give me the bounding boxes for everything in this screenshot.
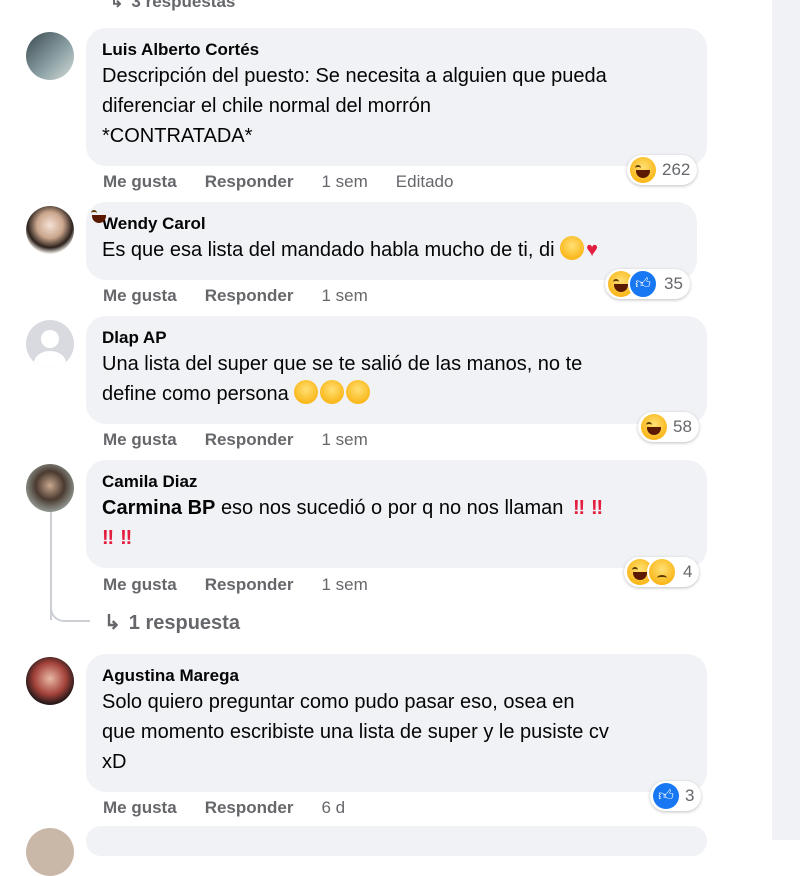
double-exclamation-icon: ‼ (591, 497, 603, 519)
laughing-emoji-icon (294, 380, 319, 404)
comment-text-line: Solo quiero preguntar como pudo pasar es… (102, 691, 575, 713)
timestamp[interactable]: 6 d (321, 798, 345, 818)
haha-icon (630, 157, 656, 183)
reaction-count: 262 (662, 160, 691, 179)
timestamp[interactable]: 1 sem (321, 172, 367, 192)
reaction-summary[interactable]: 👍︎ 35 (605, 269, 690, 299)
like-button[interactable]: Me gusta (103, 172, 177, 192)
comment-text-line: diferenciar el chile normal del morrón (102, 95, 432, 117)
haha-icon (641, 414, 667, 440)
reaction-count: 3 (685, 786, 695, 805)
comment-actions: Me gusta Responder 1 sem (103, 575, 396, 595)
timestamp[interactable]: 1 sem (321, 286, 367, 306)
timestamp[interactable]: 1 sem (321, 430, 367, 450)
comment-bubble (86, 826, 707, 856)
comment-author[interactable]: Camila Diaz (102, 471, 691, 493)
comment-author[interactable]: Luis Alberto Cortés (102, 39, 691, 61)
avatar[interactable] (26, 32, 74, 80)
previous-replies-link[interactable]: ↳ 3 respuestas (110, 0, 235, 12)
default-avatar-icon (41, 330, 59, 348)
reply-button[interactable]: Responder (205, 575, 294, 595)
reaction-count: 4 (683, 562, 693, 581)
reply-button[interactable]: Responder (205, 172, 294, 192)
comment-actions: Me gusta Responder 1 sem (103, 430, 396, 450)
comment-text-line: Descripción del puesto: Se necesita a al… (102, 65, 607, 87)
reaction-count: 58 (673, 417, 692, 436)
view-replies-link[interactable]: ↳ 1 respuesta (104, 610, 240, 635)
comment-bubble: Agustina Marega Solo quiero preguntar co… (86, 654, 707, 792)
reaction-summary[interactable]: 58 (638, 412, 699, 442)
avatar[interactable] (26, 320, 74, 368)
like-button[interactable]: Me gusta (103, 430, 177, 450)
reply-button[interactable]: Responder (205, 430, 294, 450)
timestamp[interactable]: 1 sem (321, 575, 367, 595)
reply-arrow-icon: ↳ (110, 0, 124, 11)
like-icon: 👍︎ (628, 269, 658, 299)
reaction-summary[interactable]: 👍︎ 3 (650, 781, 702, 811)
edited-label: Editado (395, 172, 454, 191)
double-exclamation-icon: ‼ (572, 497, 585, 519)
reaction-summary[interactable]: 4 (624, 557, 700, 587)
comment-author[interactable]: Wendy Carol (102, 213, 681, 235)
comment-actions: Me gusta Responder 1 sem Editado (103, 172, 481, 192)
comment-bubble: Camila Diaz Carmina BP eso nos sucedió o… (86, 460, 707, 568)
comment-actions: Me gusta Responder 1 sem (103, 286, 396, 306)
mention-link[interactable]: Carmina BP (102, 497, 215, 519)
like-icon: 👍︎ (653, 783, 679, 809)
laughing-emoji-icon (320, 380, 345, 404)
avatar[interactable] (26, 464, 74, 512)
avatar[interactable] (26, 657, 74, 705)
comment-text-line: *CONTRATADA* (102, 125, 253, 147)
thread-connector (50, 590, 90, 622)
avatar[interactable] (26, 206, 74, 254)
avatar[interactable] (26, 828, 74, 876)
like-button[interactable]: Me gusta (103, 575, 177, 595)
reaction-summary[interactable]: 262 (627, 155, 698, 185)
scrollbar-track[interactable] (772, 0, 800, 840)
laughing-emoji-icon (346, 380, 371, 404)
double-exclamation-icon: ‼ (102, 527, 114, 549)
comment-text-line: xD (102, 751, 127, 773)
like-button[interactable]: Me gusta (103, 286, 177, 306)
comment-text-line: define como persona (102, 383, 289, 405)
comment-bubble: Luis Alberto Cortés Descripción del pues… (86, 28, 707, 166)
comment-actions: Me gusta Responder 6 d (103, 798, 373, 818)
reply-arrow-icon: ↳ (104, 612, 121, 634)
sad-icon (647, 557, 677, 587)
laughing-emoji-icon (560, 236, 585, 260)
reaction-count: 35 (664, 274, 683, 293)
comment-text-line: que momento escribiste una lista de supe… (102, 721, 609, 743)
reply-button[interactable]: Responder (205, 798, 294, 818)
comment-bubble: Wendy Carol Es que esa lista del mandado… (86, 202, 697, 280)
comment-author[interactable]: Dlap AP (102, 327, 691, 349)
heart-emoji-icon: ♥ (586, 239, 598, 261)
comment-text-line: Es que esa lista del mandado habla mucho… (102, 239, 555, 261)
reply-button[interactable]: Responder (205, 286, 294, 306)
comment-bubble: Dlap AP Una lista del super que se te sa… (86, 316, 707, 424)
comment-text-line: Una lista del super que se te salió de l… (102, 353, 583, 375)
comment-author[interactable]: Agustina Marega (102, 665, 691, 687)
double-exclamation-icon: ‼ (120, 527, 132, 549)
like-button[interactable]: Me gusta (103, 798, 177, 818)
comment-text-line: eso nos sucedió o por q no nos llaman (220, 497, 564, 519)
